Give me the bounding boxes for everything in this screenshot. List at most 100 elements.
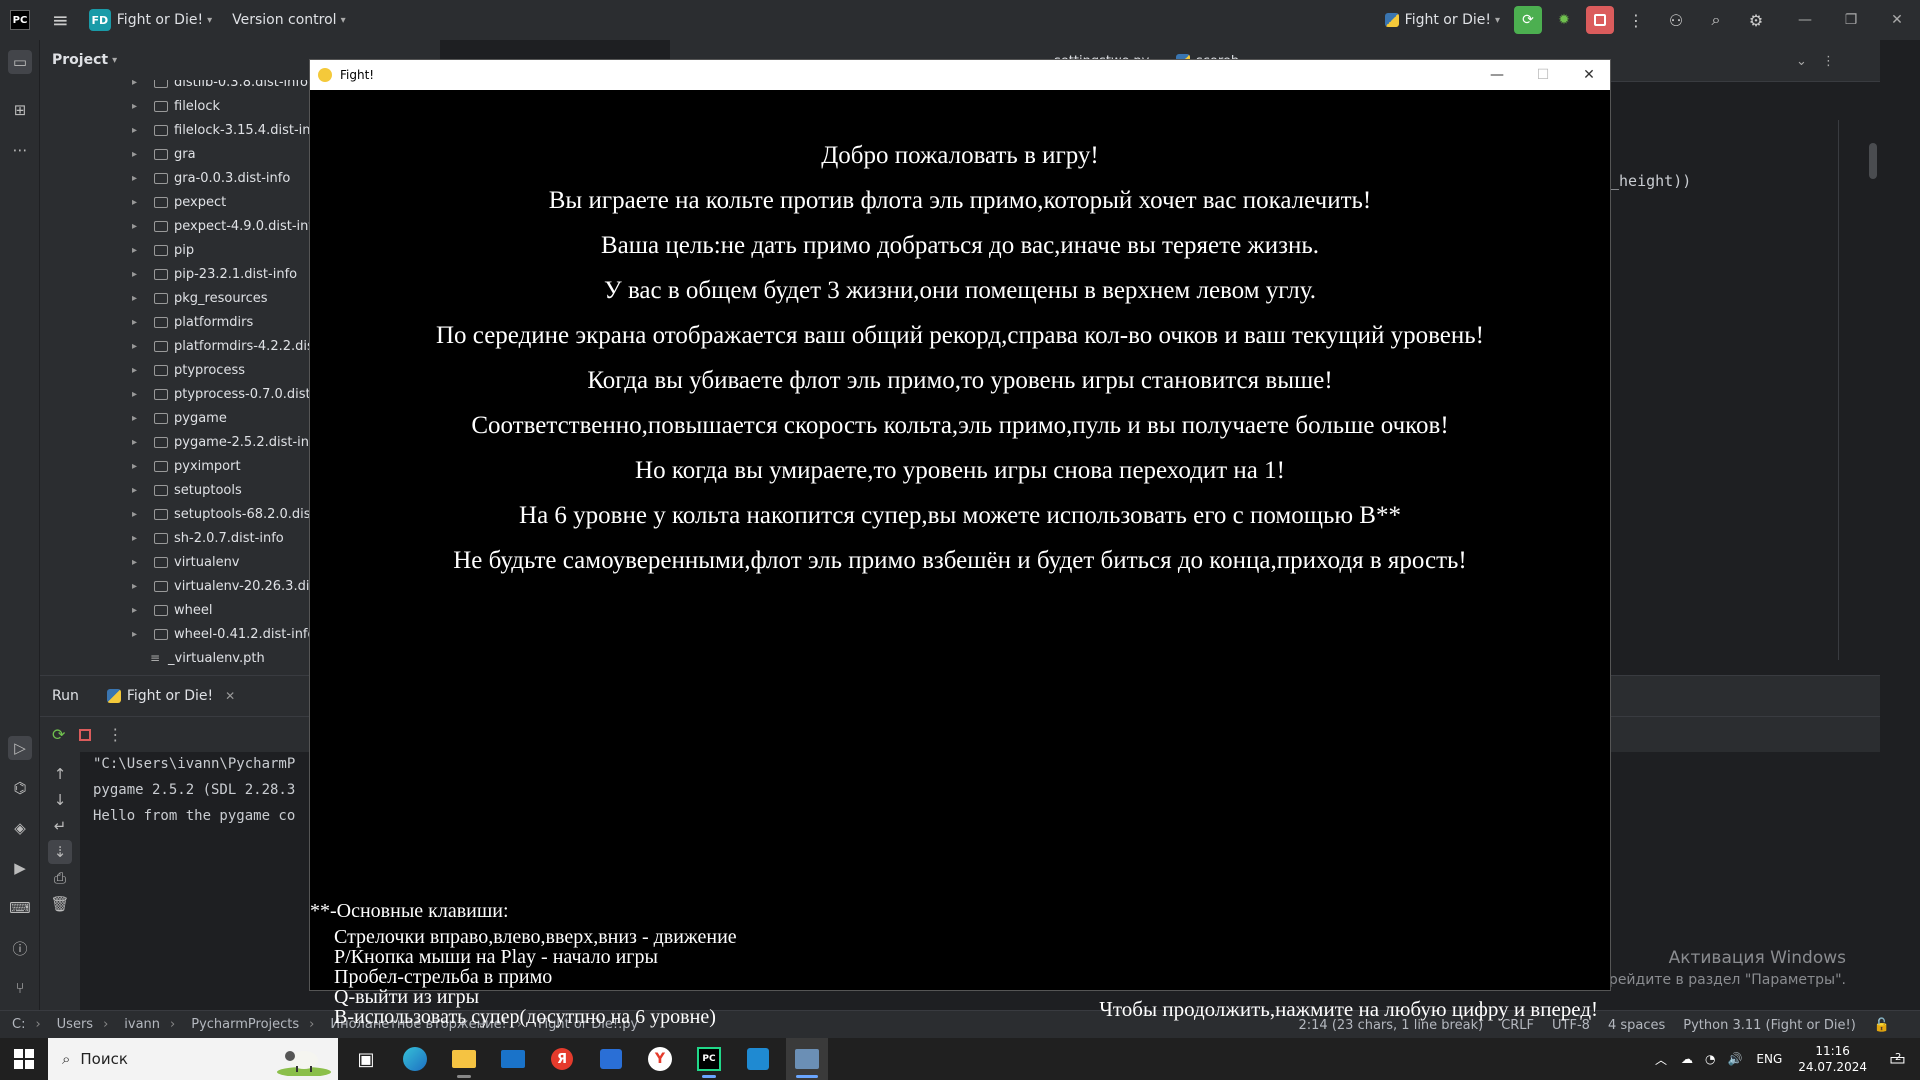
mail-icon[interactable] (492, 1038, 534, 1080)
tree-folder-row[interactable]: ▸ wheel-0.41.2.dist-info (40, 622, 315, 646)
run-tool-icon[interactable]: ▷ (8, 736, 32, 760)
vcs-dropdown[interactable]: Version control (232, 12, 336, 28)
rerun-button[interactable]: ⟳ (1514, 6, 1542, 34)
git-icon[interactable]: ⑂ (8, 976, 32, 1000)
chevron-right-icon[interactable]: ▸ (132, 245, 144, 256)
wifi-icon[interactable]: ◔ (1705, 1052, 1715, 1066)
chevron-right-icon[interactable]: ▸ (132, 485, 144, 496)
chevron-right-icon[interactable]: ▸ (132, 509, 144, 520)
tree-folder-row[interactable]: ▸ setuptools (40, 478, 242, 502)
tree-folder-row[interactable]: ▸ platformdirs-4.2.2.dist (40, 334, 319, 358)
start-button[interactable] (0, 1038, 48, 1080)
game-minimize-button[interactable]: — (1474, 60, 1520, 90)
tray-chevron-icon[interactable]: ︿ (1655, 1051, 1667, 1068)
editor-scrollbar[interactable] (1869, 143, 1877, 179)
chevron-right-icon[interactable]: ▸ (132, 341, 144, 352)
chevron-right-icon[interactable]: ▸ (132, 149, 144, 160)
tree-folder-row[interactable]: ▸ pkg_resources (40, 286, 268, 310)
run-config-tab[interactable]: Fight or Die! ✕ (106, 688, 235, 704)
tree-folder-row[interactable]: ▸ virtualenv-20.26.3.dist (40, 574, 321, 598)
game-screen[interactable]: Добро пожаловать в игру! Вы играете на ко… (310, 90, 1610, 1028)
edge-icon[interactable] (394, 1038, 436, 1080)
tree-folder-row[interactable]: ▸ pexpect (40, 190, 226, 214)
main-menu-icon[interactable]: ≡ (52, 8, 69, 32)
layers-icon[interactable]: ◈ (8, 816, 32, 840)
pycharm-taskbar-icon[interactable]: PC (688, 1038, 730, 1080)
chevron-right-icon[interactable]: ▸ (132, 173, 144, 184)
chevron-right-icon[interactable]: ▸ (132, 413, 144, 424)
chevron-right-icon[interactable]: ▸ (132, 437, 144, 448)
volume-icon[interactable]: 🔊 (1727, 1052, 1742, 1066)
tree-file-row[interactable]: ≡ _virtualenv.pth (40, 646, 265, 670)
chevron-right-icon[interactable]: ▸ (132, 533, 144, 544)
close-button[interactable]: ✕ (1874, 0, 1920, 40)
tree-folder-row[interactable]: ▸ pyximport (40, 454, 241, 478)
tree-folder-row[interactable]: ▸ pip-23.2.1.dist-info (40, 262, 297, 286)
close-tab-icon[interactable]: ✕ (225, 689, 235, 703)
game-window-titlebar[interactable]: Fight! — ☐ ✕ (310, 60, 1610, 90)
chevron-right-icon[interactable]: ▸ (132, 605, 144, 616)
chevron-right-icon[interactable]: ▸ (132, 461, 144, 472)
tree-folder-row[interactable]: ▸ gra (40, 142, 196, 166)
tabs-dropdown-icon[interactable]: ⌄ (1796, 40, 1807, 82)
tree-folder-row[interactable]: ▸ pygame (40, 406, 227, 430)
tree-folder-row[interactable]: ▸ sh-2.0.7.dist-info (40, 526, 284, 550)
more-tools-icon[interactable]: ⋯ (8, 138, 32, 162)
tree-folder-row[interactable]: ▸ pip (40, 238, 194, 262)
tree-folder-row[interactable]: ▸ pexpect-4.9.0.dist-info (40, 214, 321, 238)
chevron-right-icon[interactable]: ▸ (132, 101, 144, 112)
scroll-down-icon[interactable]: ↓ (48, 788, 72, 812)
breadcrumb-item[interactable]: C: (12, 1017, 25, 1032)
run-tab-label[interactable]: Run (52, 688, 79, 704)
task-view-icon[interactable]: ▣ (345, 1038, 387, 1080)
python-console-icon[interactable]: ⌬ (8, 776, 32, 800)
tree-folder-row[interactable]: ▸ wheel (40, 598, 212, 622)
scroll-to-end-icon[interactable]: ⇣ (48, 840, 72, 864)
tree-folder-row[interactable]: ▸ pygame-2.5.2.dist-info (40, 430, 322, 454)
chevron-right-icon[interactable]: ▸ (132, 629, 144, 640)
stop-button[interactable] (1586, 6, 1614, 34)
chevron-right-icon[interactable]: ▸ (132, 389, 144, 400)
trash-icon[interactable]: 🗑 (48, 892, 72, 916)
breadcrumb-item[interactable]: PycharmProjects (191, 1017, 299, 1032)
store-icon[interactable] (590, 1038, 632, 1080)
chevron-right-icon[interactable]: ▸ (132, 365, 144, 376)
game-maximize-button[interactable]: ☐ (1520, 60, 1566, 90)
taskbar-search[interactable]: ⌕ Поиск (48, 1038, 338, 1080)
scroll-up-icon[interactable]: ↑ (48, 762, 72, 786)
more-icon[interactable]: ⋮ (107, 725, 123, 744)
chevron-right-icon[interactable]: ▸ (132, 581, 144, 592)
restore-button[interactable]: ❐ (1828, 0, 1874, 40)
run-config-dropdown[interactable]: Fight or Die! ▾ (1384, 12, 1500, 28)
tree-folder-row[interactable]: ▸ filelock (40, 94, 220, 118)
more-icon[interactable]: ⋮ (1622, 6, 1650, 34)
soft-wrap-icon[interactable]: ↵ (48, 814, 72, 838)
tree-folder-row[interactable]: ▸ distlib-0.3.8.dist-info (40, 80, 308, 94)
search-icon[interactable]: ⌕ (1702, 6, 1730, 34)
print-icon[interactable]: ⎙ (48, 866, 72, 890)
tree-folder-row[interactable]: ▸ setuptools-68.2.0.dist (40, 502, 316, 526)
tree-folder-row[interactable]: ▸ filelock-3.15.4.dist-info (40, 118, 323, 142)
indent-setting[interactable]: 4 spaces (1608, 1018, 1665, 1033)
rerun-icon[interactable]: ⟳ (52, 725, 65, 744)
problems-icon[interactable]: ⓘ (8, 936, 32, 960)
project-name-dropdown[interactable]: Fight or Die! (117, 12, 203, 28)
project-badge[interactable]: FD (88, 9, 111, 31)
game-close-button[interactable]: ✕ (1566, 60, 1612, 90)
breadcrumb-item[interactable]: ivann (124, 1017, 160, 1032)
tree-folder-row[interactable]: ▸ ptyprocess (40, 358, 245, 382)
chevron-right-icon[interactable]: ▸ (132, 293, 144, 304)
tree-folder-row[interactable]: ▸ platformdirs (40, 310, 253, 334)
chevron-right-icon[interactable]: ▸ (132, 125, 144, 136)
python-interpreter[interactable]: Python 3.11 (Fight or Die!) (1683, 1018, 1856, 1033)
chevron-right-icon[interactable]: ▸ (132, 80, 144, 88)
tree-folder-row[interactable]: ▸ gra-0.0.3.dist-info (40, 166, 290, 190)
lock-icon[interactable]: 🔓 (1874, 1018, 1890, 1033)
settings-gear-icon[interactable]: ⚙ (1742, 6, 1770, 34)
more-icon[interactable]: ⋮ (1822, 40, 1835, 82)
stop-icon[interactable] (79, 728, 92, 741)
notifications-icon[interactable]: ▭ 2 (1889, 1049, 1906, 1070)
terminal-icon[interactable]: ⌨ (8, 896, 32, 920)
yandex-icon[interactable]: Я (541, 1038, 583, 1080)
onedrive-icon[interactable]: ☁ (1681, 1052, 1693, 1066)
